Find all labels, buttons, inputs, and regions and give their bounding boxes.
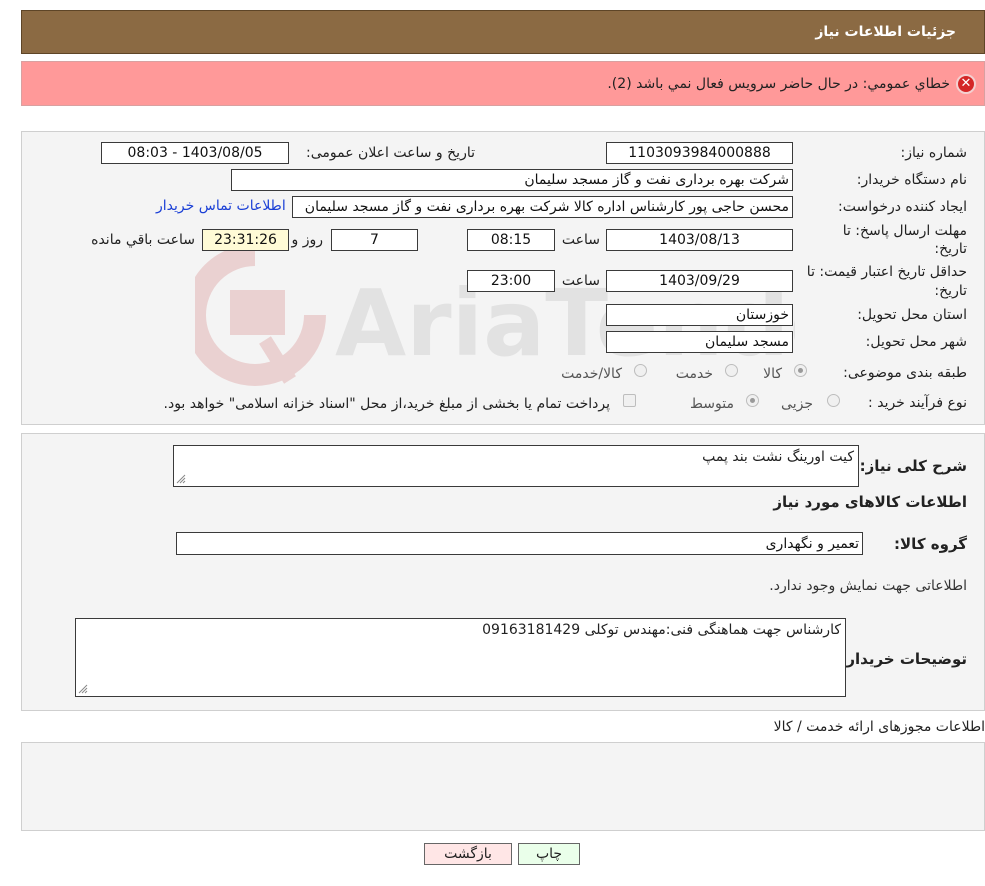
deadline-time-label: ساعت — [561, 232, 600, 248]
buyer-notes-text: کارشناس جهت هماهنگی فنی:مهندس توکلی 0916… — [482, 622, 841, 638]
request-creator-field: محسن حاجی پور کارشناس اداره کالا شرکت به… — [292, 196, 793, 218]
error-x-icon: ✕ — [956, 73, 976, 94]
treasury-payment-checkbox[interactable] — [623, 394, 636, 407]
buyer-contact-link[interactable]: اطلاعات تماس خریدار — [156, 198, 286, 214]
need-number-label: شماره نیاز: — [900, 145, 968, 161]
buyer-notes-label: توضیحات خریدار: — [840, 650, 967, 668]
subject-category-label: طبقه بندی موضوعی: — [843, 365, 967, 381]
announce-datetime-field: 1403/08/05 - 08:03 — [101, 142, 289, 164]
price-validity-date-field: 1403/09/29 — [606, 270, 793, 292]
price-validity-time-label: ساعت — [561, 273, 600, 289]
back-button[interactable]: بازگشت — [424, 843, 512, 865]
request-creator-label: ایجاد کننده درخواست: — [838, 199, 967, 215]
price-validity-label: حداقل تاریخ اعتبار قیمت: تا — [806, 264, 967, 280]
error-message: خطاي عمومي: در حال حاضر سرويس فعال نمي ب… — [607, 75, 950, 92]
page-header: جزئیات اطلاعات نیاز — [21, 10, 985, 54]
resize-handle-icon[interactable] — [176, 474, 186, 484]
no-info-message: اطلاعاتی جهت نمایش وجود ندارد. — [769, 578, 967, 594]
delivery-province-field: خوزستان — [606, 304, 793, 326]
delivery-city-field: مسجد سلیمان — [606, 331, 793, 353]
summary-text: کیت اورینگ نشت بند پمپ — [702, 449, 854, 465]
print-button[interactable]: چاپ — [518, 843, 580, 865]
buyer-notes-textarea[interactable]: کارشناس جهت هماهنگی فنی:مهندس توکلی 0916… — [75, 618, 846, 697]
process-radio-medium[interactable] — [746, 394, 759, 407]
treasury-payment-note: پرداخت تمام یا بخشی از مبلغ خرید،از محل … — [163, 396, 610, 412]
category-radio-goods-service[interactable] — [634, 364, 647, 377]
category-option-service: خدمت — [675, 366, 713, 382]
goods-group-label: گروه کالا: — [894, 535, 967, 553]
deadline-date-label: تاریخ: — [934, 241, 967, 257]
resize-handle-icon[interactable] — [78, 684, 88, 694]
error-message-box: ✕ خطاي عمومي: در حال حاضر سرويس فعال نمي… — [21, 61, 985, 106]
process-option-minor: جزیی — [781, 396, 813, 412]
price-validity-date-label: تاریخ: — [934, 283, 967, 299]
announce-datetime-label: تاریخ و ساعت اعلان عمومی: — [306, 145, 475, 161]
price-validity-time-field: 23:00 — [467, 270, 555, 292]
need-number-field: 1103093984000888 — [606, 142, 793, 164]
summary-textarea[interactable]: کیت اورینگ نشت بند پمپ — [173, 445, 859, 487]
permits-title: اطلاعات مجوزهای ارائه خدمت / کالا — [773, 719, 985, 735]
summary-label: شرح کلی نیاز: — [859, 457, 967, 475]
permits-panel — [21, 742, 985, 831]
days-label: روز و — [291, 232, 324, 248]
deadline-time-field: 08:15 — [467, 229, 555, 251]
remaining-days-field: 7 — [331, 229, 418, 251]
buyer-org-label: نام دستگاه خریدار: — [856, 172, 967, 188]
buyer-org-field: شرکت بهره برداری نفت و گاز مسجد سلیمان — [231, 169, 793, 191]
process-option-medium: متوسط — [690, 396, 734, 412]
delivery-province-label: استان محل تحویل: — [857, 307, 967, 323]
deadline-date-field: 1403/08/13 — [606, 229, 793, 251]
delivery-city-label: شهر محل تحویل: — [865, 334, 967, 350]
goods-group-field: تعمیر و نگهداری — [176, 532, 863, 555]
category-radio-goods[interactable] — [794, 364, 807, 377]
deadline-label: مهلت ارسال پاسخ: تا — [842, 223, 967, 239]
remaining-time-field: 23:31:26 — [202, 229, 289, 251]
goods-info-title: اطلاعات کالاهای مورد نیاز — [773, 493, 967, 511]
category-option-goods-service: کالا/خدمت — [561, 366, 622, 382]
purchase-process-label: نوع فرآیند خرید : — [868, 395, 967, 411]
category-radio-service[interactable] — [725, 364, 738, 377]
remaining-time-label: ساعت باقي مانده — [91, 232, 195, 248]
page-title: جزئیات اطلاعات نیاز — [815, 24, 956, 40]
category-option-goods: کالا — [763, 366, 782, 382]
process-radio-minor[interactable] — [827, 394, 840, 407]
